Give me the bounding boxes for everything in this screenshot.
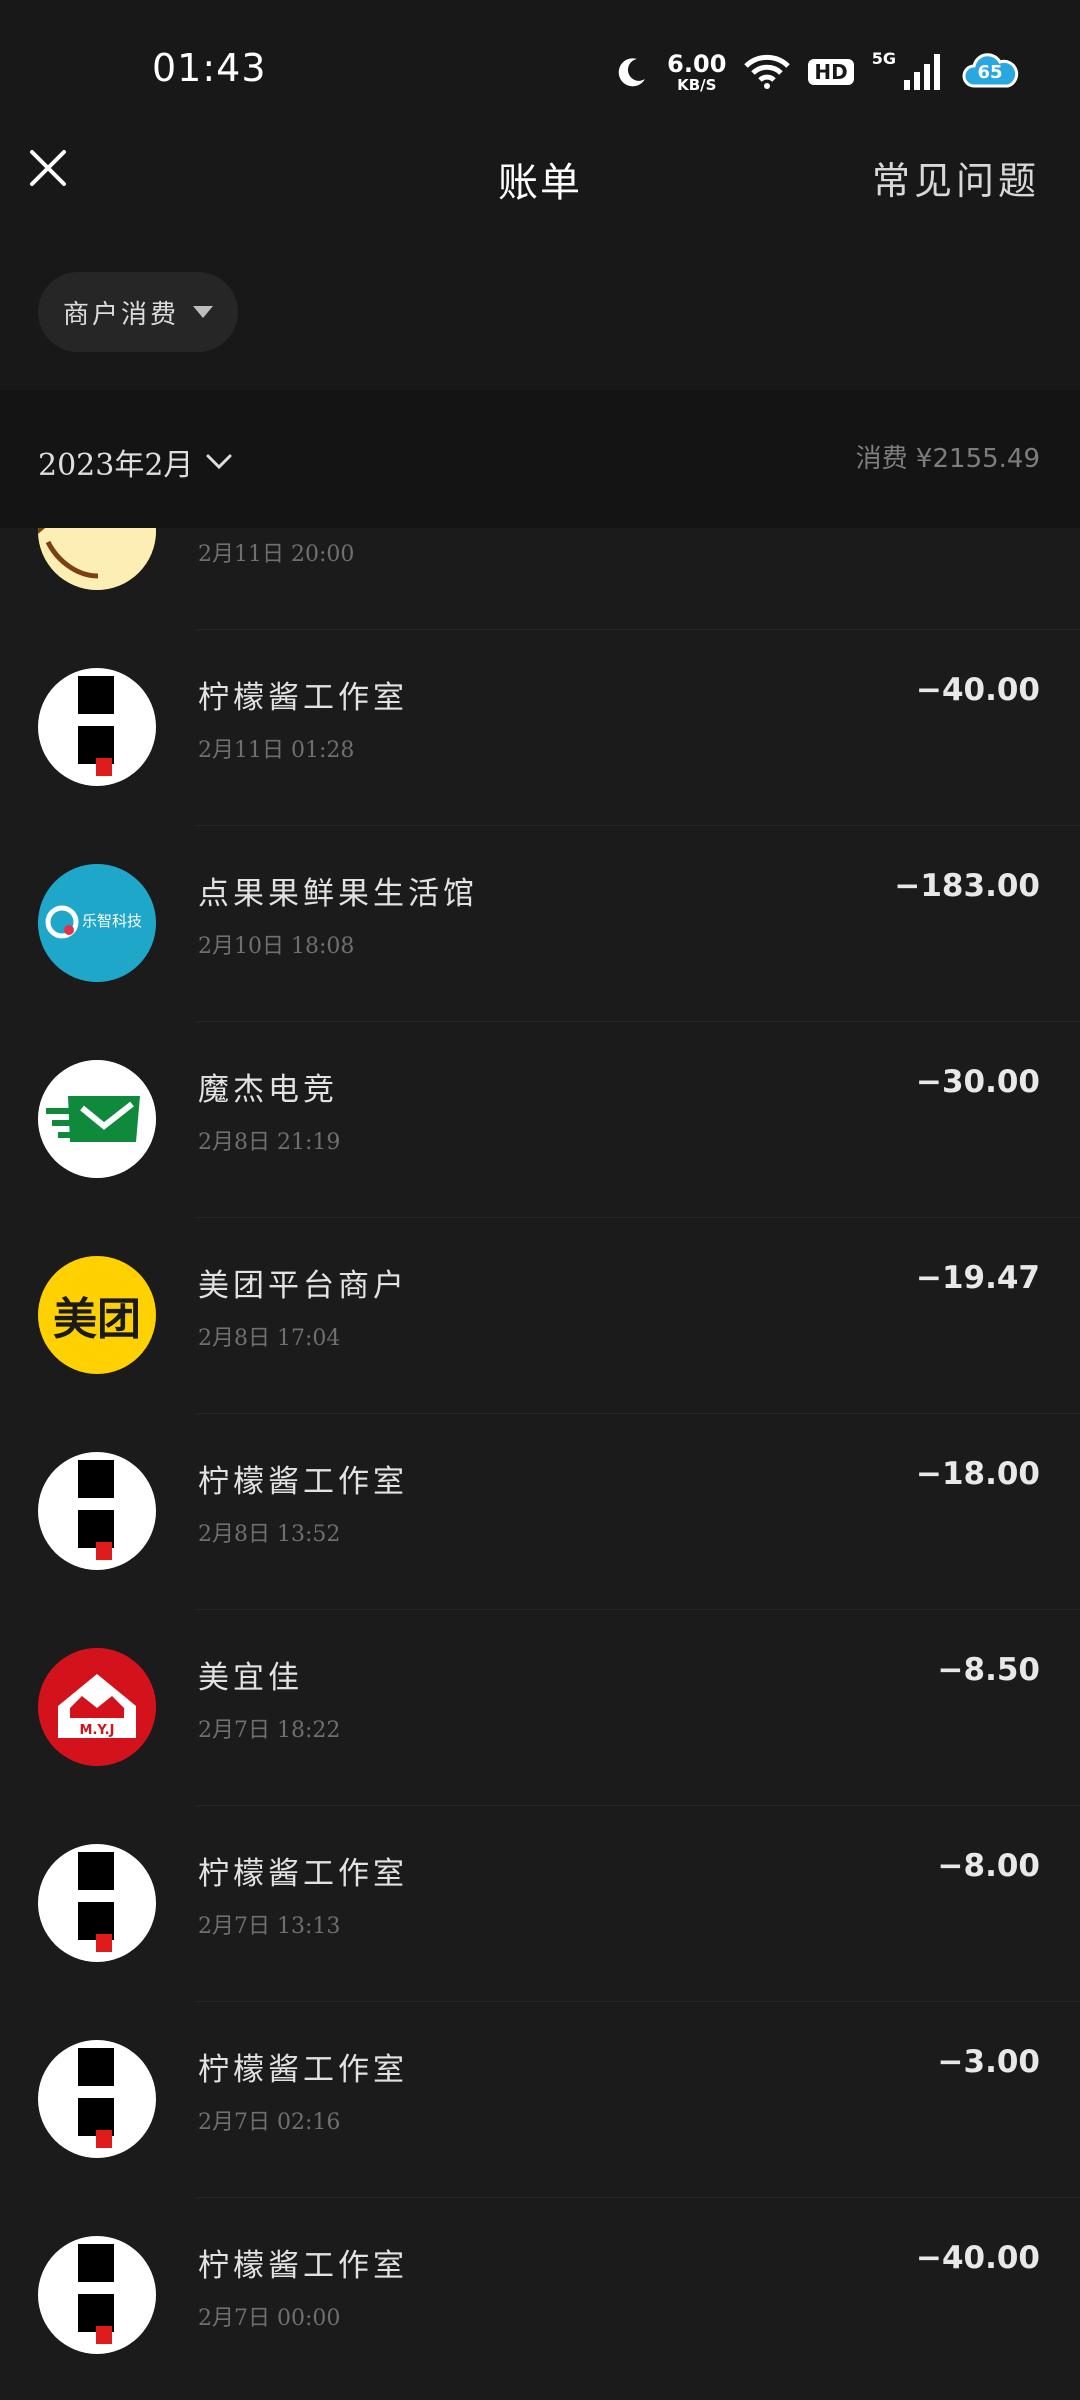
merchant-name: 柠檬酱工作室: [198, 2052, 408, 2088]
list-item[interactable]: 柠檬酱工作室 2月7日 13:13 −8.00: [0, 1806, 1080, 2002]
month-text: 2023年2月: [38, 448, 194, 483]
moon-icon: [618, 58, 646, 87]
transaction-amount: −19.47: [915, 1260, 1040, 1296]
transaction-time: 2月7日 13:13: [198, 1914, 341, 1939]
merchant-name: 柠檬酱工作室: [198, 2248, 408, 2284]
transaction-time: 2月7日 00:00: [198, 2306, 341, 2331]
block-logo-icon: [78, 676, 114, 776]
list-item[interactable]: 柠檬酱工作室 2月7日 00:00 −40.00: [0, 2198, 1080, 2400]
transaction-time: 2月8日 21:19: [198, 1130, 341, 1155]
transaction-time: 2月10日 18:08: [198, 934, 355, 959]
battery-level: 65: [977, 62, 1003, 83]
filter-label: 商户消费: [62, 299, 179, 330]
merchant-avatar: 乐智科技: [38, 864, 156, 982]
lezhi-logo-icon: 乐智科技: [38, 864, 156, 982]
merchant-name: 魔杰电竞: [198, 1072, 338, 1108]
merchant-avatar: M.Y.J: [38, 1648, 156, 1766]
transaction-amount: −18.00: [915, 1456, 1040, 1492]
transaction-time: 2月8日 17:04: [198, 1326, 341, 1351]
transaction-amount: −8.00: [937, 1848, 1040, 1884]
month-summary: 消费 ¥2155.49: [855, 444, 1040, 474]
lezhi-logo-text: 乐智科技: [82, 912, 142, 930]
myj-logo-icon: M.Y.J: [38, 1648, 156, 1766]
transaction-time: 2月7日 18:22: [198, 1718, 341, 1743]
transaction-time: 2月11日 01:28: [198, 738, 355, 763]
list-item[interactable]: M.Y.J 美宜佳 2月7日 18:22 −8.50: [0, 1610, 1080, 1806]
transaction-time: 2月11日 20:00: [198, 542, 355, 567]
list-item[interactable]: 乐智科技 点果果鲜果生活馆 2月10日 18:08 −183.00: [0, 826, 1080, 1022]
merchant-name: 柠檬酱工作室: [198, 680, 408, 716]
merchant-name: 柠檬酱工作室: [198, 1856, 408, 1892]
block-logo-icon: [78, 2048, 114, 2148]
list-item[interactable]: 美团 美团平台商户 2月8日 17:04 −19.47: [0, 1218, 1080, 1414]
transaction-amount: −3.00: [937, 2044, 1040, 2080]
merchant-avatar: [38, 2236, 156, 2354]
status-time: 01:43: [152, 46, 267, 90]
merchant-avatar: [38, 1452, 156, 1570]
merchant-avatar: 美团: [38, 1256, 156, 1374]
list-item[interactable]: 柠檬酱工作室 2月7日 02:16 −3.00: [0, 2002, 1080, 2198]
transaction-amount: −40.00: [915, 2240, 1040, 2276]
transaction-amount: −183.00: [894, 868, 1040, 904]
merchant-name: 美团平台商户: [198, 1268, 408, 1304]
list-item[interactable]: 魔杰电竞 2月8日 21:19 −30.00: [0, 1022, 1080, 1218]
block-logo-icon: [78, 1852, 114, 1952]
merchant-avatar: [38, 1844, 156, 1962]
status-icons: 6.00 KB/S HD 5G 65: [615, 46, 1020, 98]
status-bar: 01:43 6.00 KB/S HD 5G 65: [0, 0, 1080, 140]
speed-value: 6.00: [667, 49, 727, 78]
transaction-time: 2月8日 13:52: [198, 1522, 341, 1547]
month-selector[interactable]: 2023年2月: [38, 440, 233, 484]
envelope-logo-icon: [38, 1060, 156, 1178]
caret-down-icon: [193, 306, 213, 318]
merchant-avatar: [38, 2040, 156, 2158]
signal-icon: [904, 54, 940, 90]
transaction-amount: −40.00: [915, 672, 1040, 708]
battery-icon: 65: [960, 52, 1020, 92]
transaction-time: 2月7日 02:16: [198, 2110, 341, 2135]
block-logo-icon: [78, 1460, 114, 1560]
network-speed: 6.00 KB/S: [667, 52, 726, 93]
block-logo-icon: [78, 2244, 114, 2344]
faq-link[interactable]: 常见问题: [872, 150, 1040, 205]
hd-badge: HD: [808, 59, 854, 85]
merchant-name: 柠檬酱工作室: [198, 1464, 408, 1500]
wifi-icon: [744, 54, 791, 89]
merchant-avatar: [38, 1060, 156, 1178]
merchant-avatar: [38, 668, 156, 786]
network-type: 5G: [871, 48, 896, 68]
list-item[interactable]: 柠檬酱工作室 2月11日 01:28 −40.00: [0, 630, 1080, 826]
transaction-amount: −8.50: [937, 1652, 1040, 1688]
myj-logo-text: M.Y.J: [80, 1723, 115, 1738]
meituan-logo-icon: 美团: [53, 1294, 141, 1345]
list-item[interactable]: 柠檬酱工作室 2月8日 13:52 −18.00: [0, 1414, 1080, 1610]
transaction-amount: −30.00: [915, 1064, 1040, 1100]
merchant-name: 点果果鲜果生活馆: [198, 876, 478, 912]
chevron-down-icon: [206, 454, 232, 470]
merchant-name: 美宜佳: [198, 1660, 303, 1696]
filter-dropdown[interactable]: 商户消费: [38, 272, 238, 352]
speed-unit: KB/S: [677, 75, 717, 94]
